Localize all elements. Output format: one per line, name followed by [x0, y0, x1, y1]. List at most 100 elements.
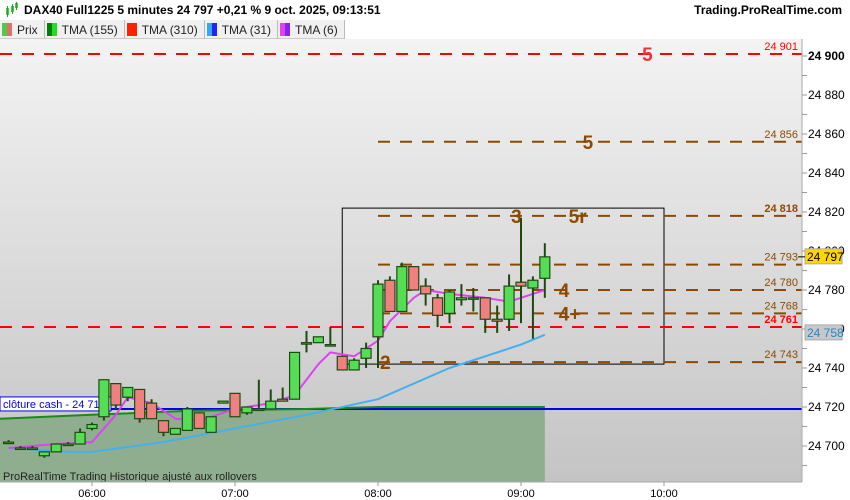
candle — [169, 427, 182, 435]
level-marker: 4+ — [559, 304, 581, 325]
candle-body — [38, 451, 50, 457]
candle-body — [384, 279, 396, 313]
candle-body — [467, 297, 479, 300]
level-label: 24 793 — [764, 252, 798, 264]
legend-swatch-icon — [46, 23, 57, 36]
candle-body — [110, 383, 122, 406]
y-tick-label: 24 780 — [808, 283, 845, 297]
candle-body — [479, 297, 491, 320]
candle-body — [372, 283, 384, 338]
y-tick-label: 24 900 — [808, 49, 845, 63]
legend-item[interactable]: Prix — [0, 20, 45, 39]
candle-body — [324, 344, 336, 347]
candle-body — [527, 279, 539, 289]
candle — [50, 443, 62, 453]
candle-body — [145, 402, 158, 420]
candle-body — [14, 447, 27, 451]
y-tick-label: 24 820 — [808, 205, 845, 219]
candle-body — [539, 256, 551, 279]
x-tick-label: 08:00 — [364, 488, 392, 500]
candle-body — [193, 412, 205, 430]
legend-item[interactable]: TMA (6) — [278, 20, 345, 39]
legend-swatch-icon — [2, 23, 12, 36]
candle-body — [181, 408, 193, 432]
candle-body — [420, 285, 432, 295]
level-marker: 2 — [380, 353, 391, 374]
candle — [288, 351, 301, 400]
candle-body — [50, 443, 62, 453]
y-tick-label: 24 740 — [808, 361, 845, 375]
candle — [229, 392, 241, 418]
candlestick-logo-icon — [6, 2, 18, 17]
candle — [98, 379, 110, 421]
candle-body — [98, 379, 110, 418]
candle — [384, 276, 396, 313]
legend-item[interactable]: TMA (155) — [45, 20, 125, 39]
tma31-price-label: 24 758 — [807, 326, 844, 340]
level-marker: 5 — [642, 45, 653, 66]
x-axis-background — [0, 482, 802, 500]
candle — [312, 336, 325, 344]
candle-body — [62, 443, 74, 447]
candle — [336, 355, 348, 371]
y-tick-label: 24 840 — [808, 166, 845, 180]
candle-body — [491, 318, 503, 322]
candle-body — [253, 408, 265, 412]
x-tick-label: 06:00 — [78, 488, 106, 500]
candle — [110, 383, 122, 409]
level-label: 24 901 — [764, 41, 798, 53]
level-label: 24 768 — [764, 300, 798, 312]
candle-body — [169, 427, 182, 435]
site-name[interactable]: Trading.ProRealTime.com — [694, 3, 842, 17]
candle-body — [443, 291, 456, 314]
candle-body — [122, 386, 134, 398]
legend-label: TMA (310) — [141, 22, 198, 37]
legend-swatch-icon — [126, 23, 137, 36]
candle — [396, 262, 408, 313]
instrument-title: DAX40 Full1225 5 minutes 24 797 +0,21 % … — [24, 3, 381, 17]
x-tick-label: 09:00 — [507, 488, 535, 500]
legend-item[interactable]: TMA (31) — [205, 20, 279, 39]
candle-body — [312, 336, 325, 344]
y-tick-label: 24 860 — [808, 127, 845, 141]
candle — [193, 412, 205, 430]
candle-body — [157, 420, 170, 433]
level-label: 24 780 — [764, 277, 798, 289]
level-label: 24 761 — [764, 314, 798, 326]
candle-body — [288, 351, 301, 400]
level-marker: 5 — [583, 133, 594, 154]
legend-label: TMA (31) — [221, 22, 272, 37]
cash-close-label: clôture cash - 24 719 — [3, 399, 106, 411]
level-label: 24 818 — [764, 203, 798, 215]
level-marker: 5r — [569, 207, 588, 228]
price-chart[interactable]: 24 901524 856524 8183 5r24 79324 780424 7… — [0, 39, 850, 500]
candle-body — [217, 400, 229, 404]
candle-body — [515, 281, 527, 287]
candle — [134, 388, 146, 423]
watermark-text: ProRealTime Trading Historique ajusté au… — [3, 471, 257, 483]
indicator-legend: Prix TMA (155) TMA (310) TMA (31) TMA (6) — [0, 20, 345, 39]
candle-body — [360, 347, 372, 359]
candle-body — [503, 285, 515, 320]
candle — [181, 407, 193, 432]
legend-swatch-icon — [206, 23, 217, 36]
level-label: 24 856 — [764, 129, 798, 141]
candle-body — [86, 423, 98, 430]
legend-label: TMA (155) — [61, 22, 118, 37]
candle-body — [396, 266, 408, 313]
legend-item[interactable]: TMA (310) — [125, 20, 205, 39]
candle — [408, 266, 420, 291]
y-axis-background — [802, 39, 850, 500]
candle-body — [455, 297, 468, 301]
y-tick-label: 24 720 — [808, 400, 845, 414]
candle-body — [265, 400, 277, 410]
candle-body — [229, 392, 241, 418]
level-label: 24 743 — [764, 349, 798, 361]
y-tick-label: 24 880 — [808, 88, 845, 102]
x-tick-label: 10:00 — [650, 488, 678, 500]
candle-body — [300, 342, 313, 345]
x-tick-label: 07:00 — [221, 488, 249, 500]
candle-body — [277, 398, 289, 402]
candle — [217, 400, 229, 404]
candle — [348, 358, 360, 371]
